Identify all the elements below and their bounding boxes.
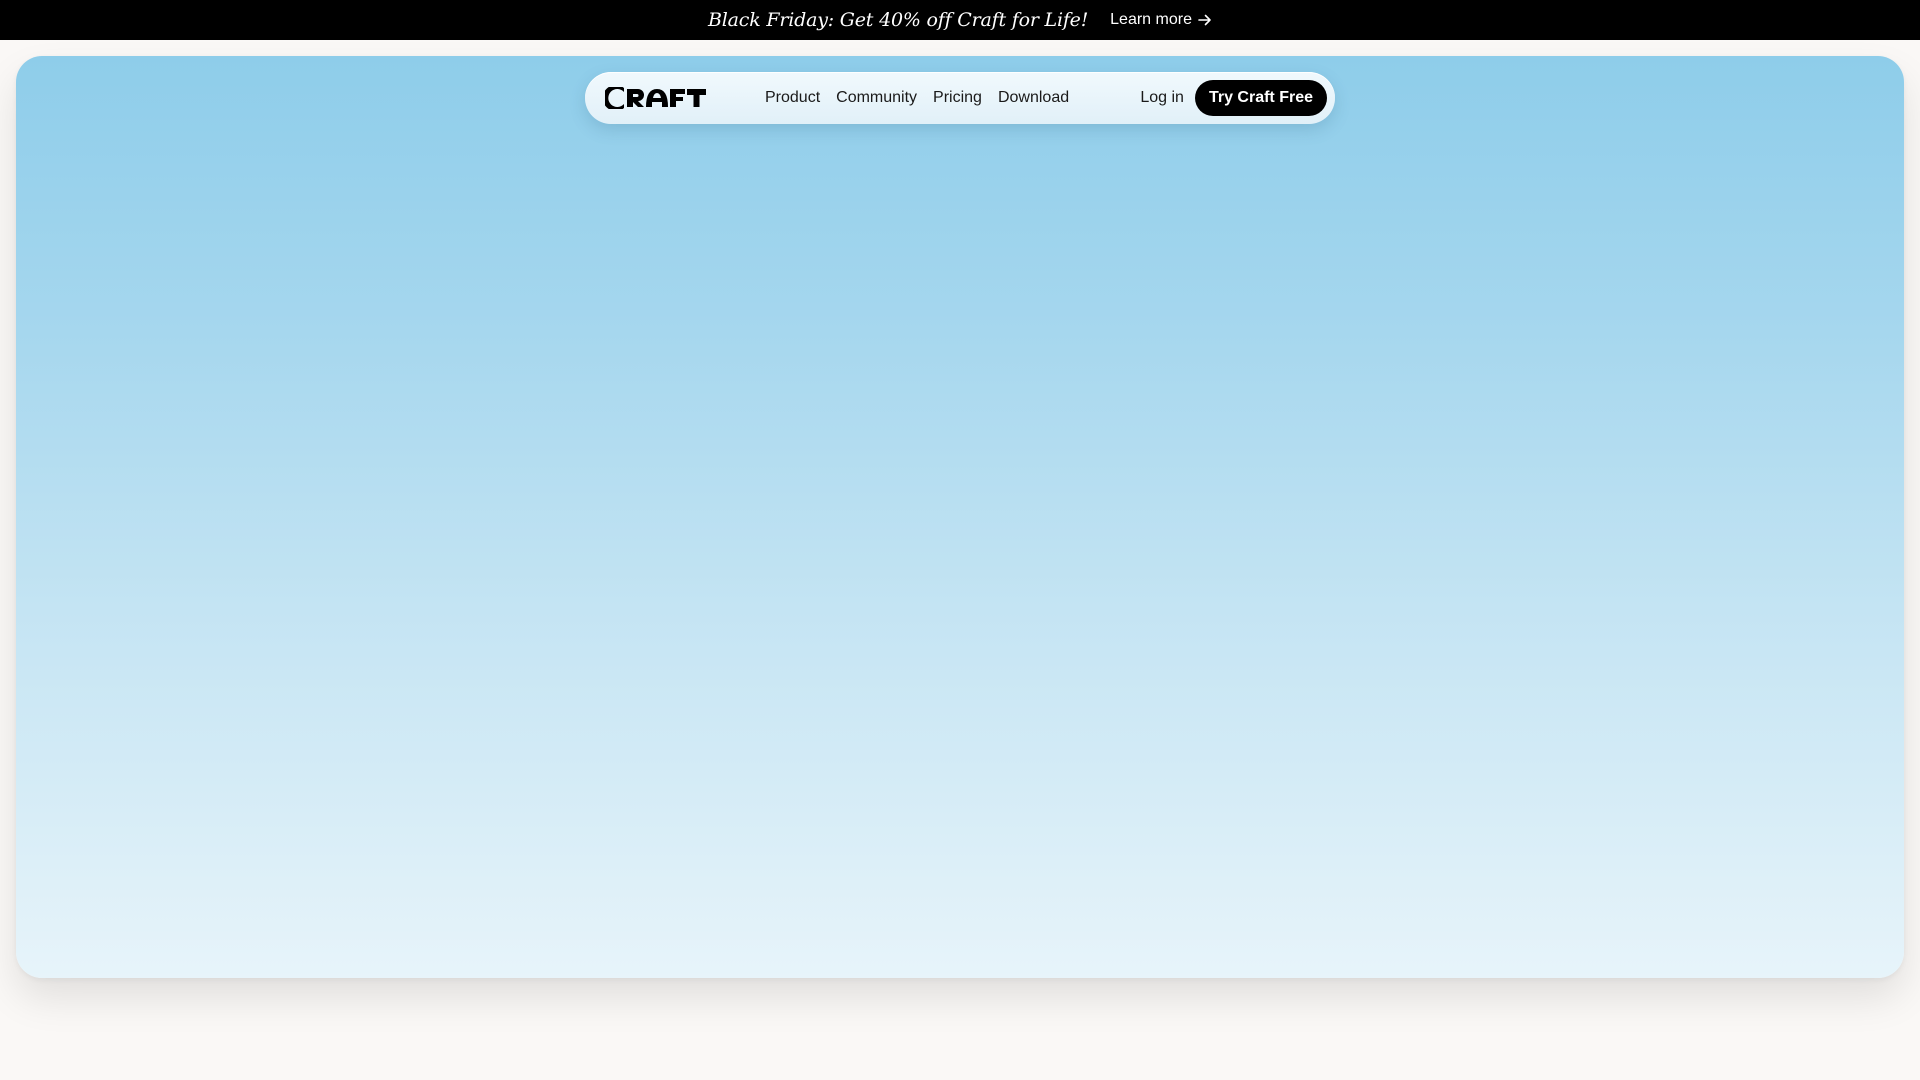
craft-logo[interactable] xyxy=(605,86,707,110)
learn-more-link[interactable]: Learn more xyxy=(1110,11,1212,29)
hero-section xyxy=(16,56,1904,978)
nav-link-download[interactable]: Download xyxy=(998,89,1069,107)
nav-link-product[interactable]: Product xyxy=(765,89,820,107)
login-link[interactable]: Log in xyxy=(1140,89,1184,107)
nav-link-community[interactable]: Community xyxy=(836,89,917,107)
announcement-bar: Black Friday: Get 40% off Craft for Life… xyxy=(0,0,1920,40)
learn-more-label: Learn more xyxy=(1110,11,1192,28)
nav-actions: Log in Try Craft Free xyxy=(1140,80,1327,116)
arrow-right-icon xyxy=(1198,13,1212,27)
promo-text: Black Friday: Get 40% off Craft for Life… xyxy=(708,9,1089,31)
nav-link-pricing[interactable]: Pricing xyxy=(933,89,982,107)
try-craft-free-button[interactable]: Try Craft Free xyxy=(1194,80,1327,116)
main-navbar: Product Community Pricing Download Log i… xyxy=(585,72,1335,124)
nav-links: Product Community Pricing Download xyxy=(765,89,1069,107)
